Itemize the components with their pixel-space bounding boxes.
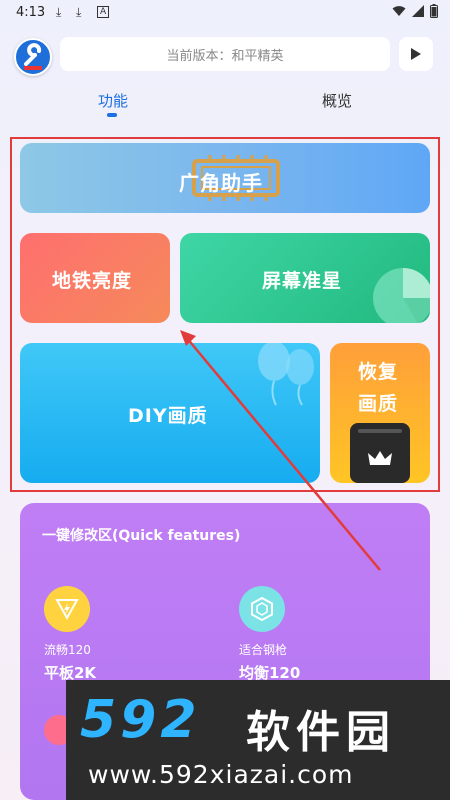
- watermark: 592 软件园 www.592xiazai.com: [66, 680, 450, 800]
- watermark-logo: 592: [80, 690, 201, 750]
- watermark-url: www.592xiazai.com: [88, 760, 354, 789]
- watermark-name: 软件园: [246, 707, 396, 758]
